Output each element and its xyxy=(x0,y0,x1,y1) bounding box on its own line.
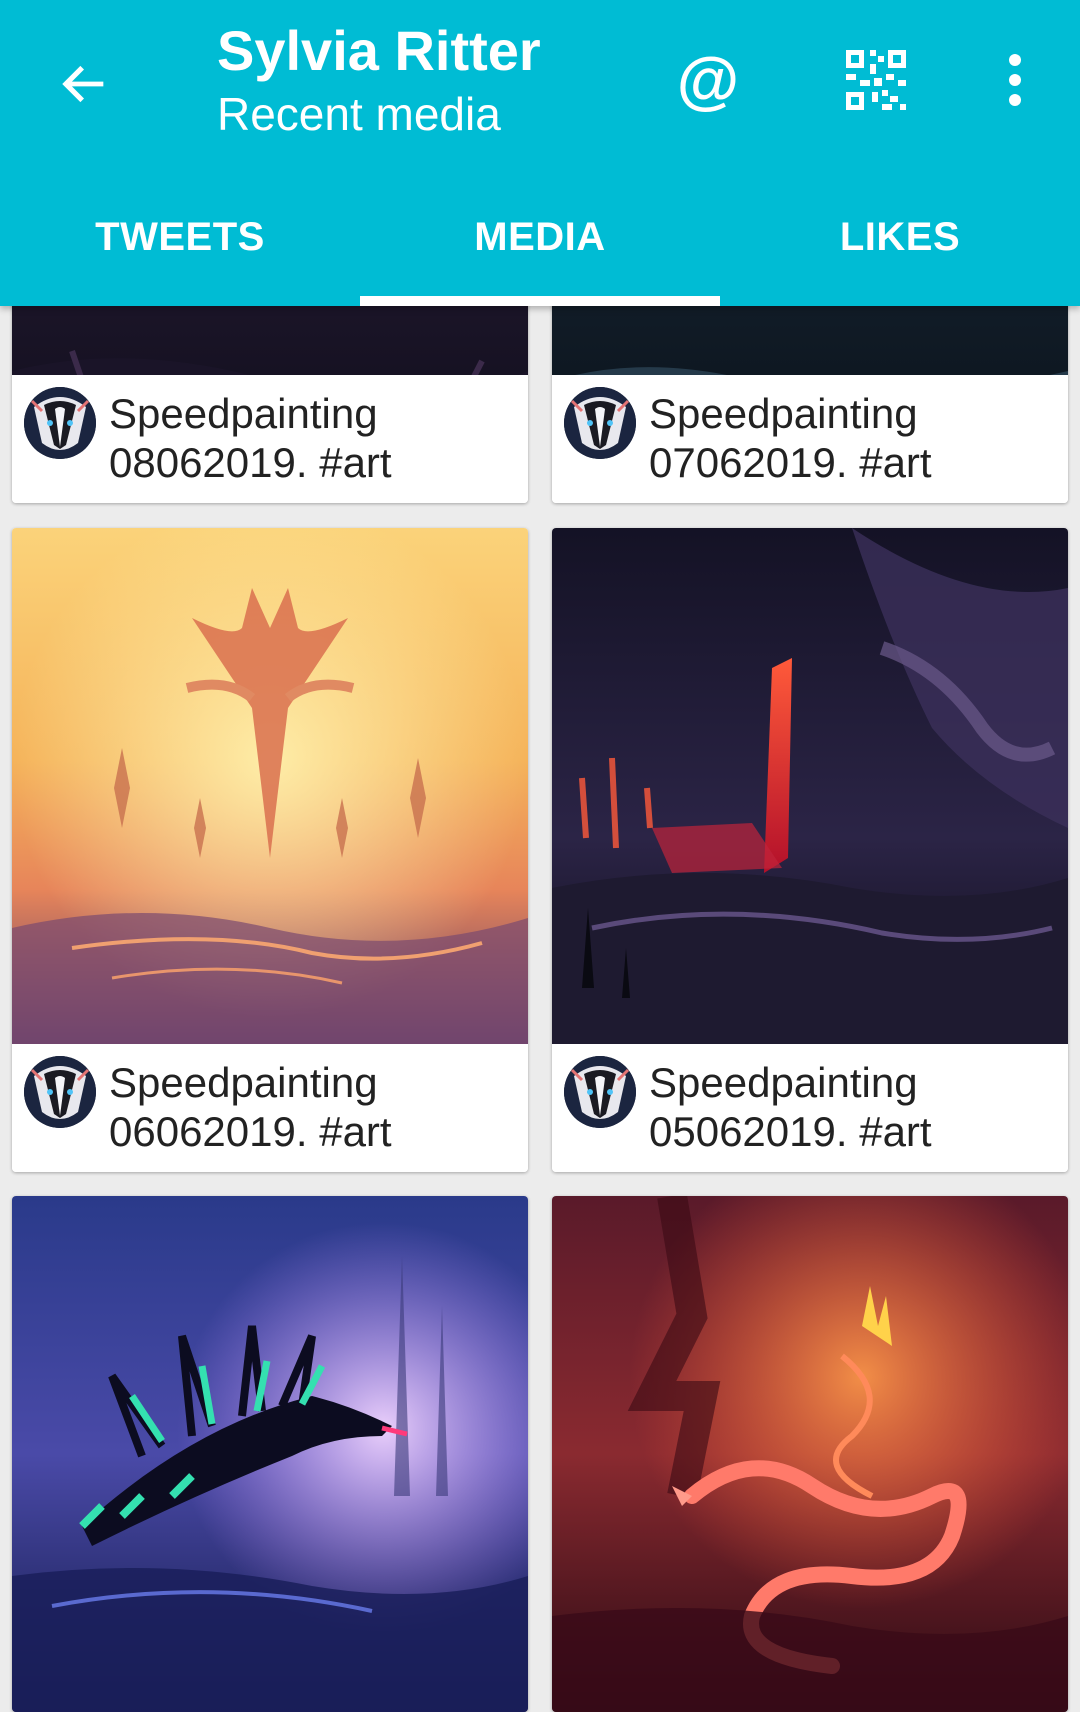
avatar[interactable] xyxy=(24,1056,96,1128)
media-caption-text: Speedpainting 05062019. #art xyxy=(649,1059,932,1155)
arrow-left-icon xyxy=(62,65,104,103)
page-subtitle: Recent media xyxy=(217,88,501,140)
back-button[interactable] xyxy=(44,44,124,124)
badger-avatar-icon xyxy=(564,387,636,459)
badger-avatar-icon xyxy=(564,1056,636,1128)
qr-code-button[interactable] xyxy=(836,40,916,120)
artwork-image xyxy=(12,528,528,1044)
active-tab-indicator xyxy=(360,296,720,306)
media-thumbnail[interactable] xyxy=(12,528,528,1044)
tab-media[interactable]: MEDIA xyxy=(360,190,720,306)
badger-avatar-icon xyxy=(24,1056,96,1128)
more-options-button[interactable] xyxy=(975,40,1055,120)
profile-tabs: TWEETS MEDIA LIKES xyxy=(0,190,1080,306)
avatar[interactable] xyxy=(24,387,96,459)
at-sign-icon: @ xyxy=(676,44,740,116)
qr-code-icon xyxy=(846,50,906,110)
more-vertical-icon xyxy=(1009,54,1021,106)
media-thumbnail[interactable] xyxy=(552,528,1068,1044)
media-thumbnail[interactable] xyxy=(12,1196,528,1712)
tab-likes[interactable]: LIKES xyxy=(720,190,1080,306)
mention-button[interactable]: @ xyxy=(668,40,748,120)
artwork-image xyxy=(552,528,1068,1044)
media-caption[interactable]: Speedpainting 06062019. #art xyxy=(12,1044,528,1172)
badger-avatar-icon xyxy=(24,387,96,459)
artwork-image xyxy=(12,1196,528,1712)
media-card[interactable]: Speedpainting 06062019. #art xyxy=(12,528,528,1172)
profile-title: Sylvia Ritter xyxy=(217,19,541,82)
media-card[interactable]: Speedpainting 05062019. #art xyxy=(552,528,1068,1172)
app-bar: Sylvia Ritter Recent media @ TWEETS MEDI… xyxy=(0,0,1080,306)
media-caption[interactable]: Speedpainting 08062019. #art xyxy=(12,375,528,503)
media-caption-text: Speedpainting 06062019. #art xyxy=(109,1059,392,1155)
tab-tweets[interactable]: TWEETS xyxy=(0,190,360,306)
media-caption-text: Speedpainting 08062019. #art xyxy=(109,390,392,486)
artwork-image xyxy=(552,1196,1068,1712)
title-block: Sylvia Ritter Recent media xyxy=(217,18,541,144)
avatar[interactable] xyxy=(564,387,636,459)
tab-label: MEDIA xyxy=(474,214,606,259)
media-thumbnail[interactable] xyxy=(552,1196,1068,1712)
media-caption[interactable]: Speedpainting 07062019. #art xyxy=(552,375,1068,503)
media-caption-text: Speedpainting 07062019. #art xyxy=(649,390,932,486)
tab-label: LIKES xyxy=(839,214,961,259)
media-card[interactable] xyxy=(12,1196,528,1712)
media-caption[interactable]: Speedpainting 05062019. #art xyxy=(552,1044,1068,1172)
tab-label: TWEETS xyxy=(95,214,265,259)
media-card[interactable] xyxy=(552,1196,1068,1712)
avatar[interactable] xyxy=(564,1056,636,1128)
